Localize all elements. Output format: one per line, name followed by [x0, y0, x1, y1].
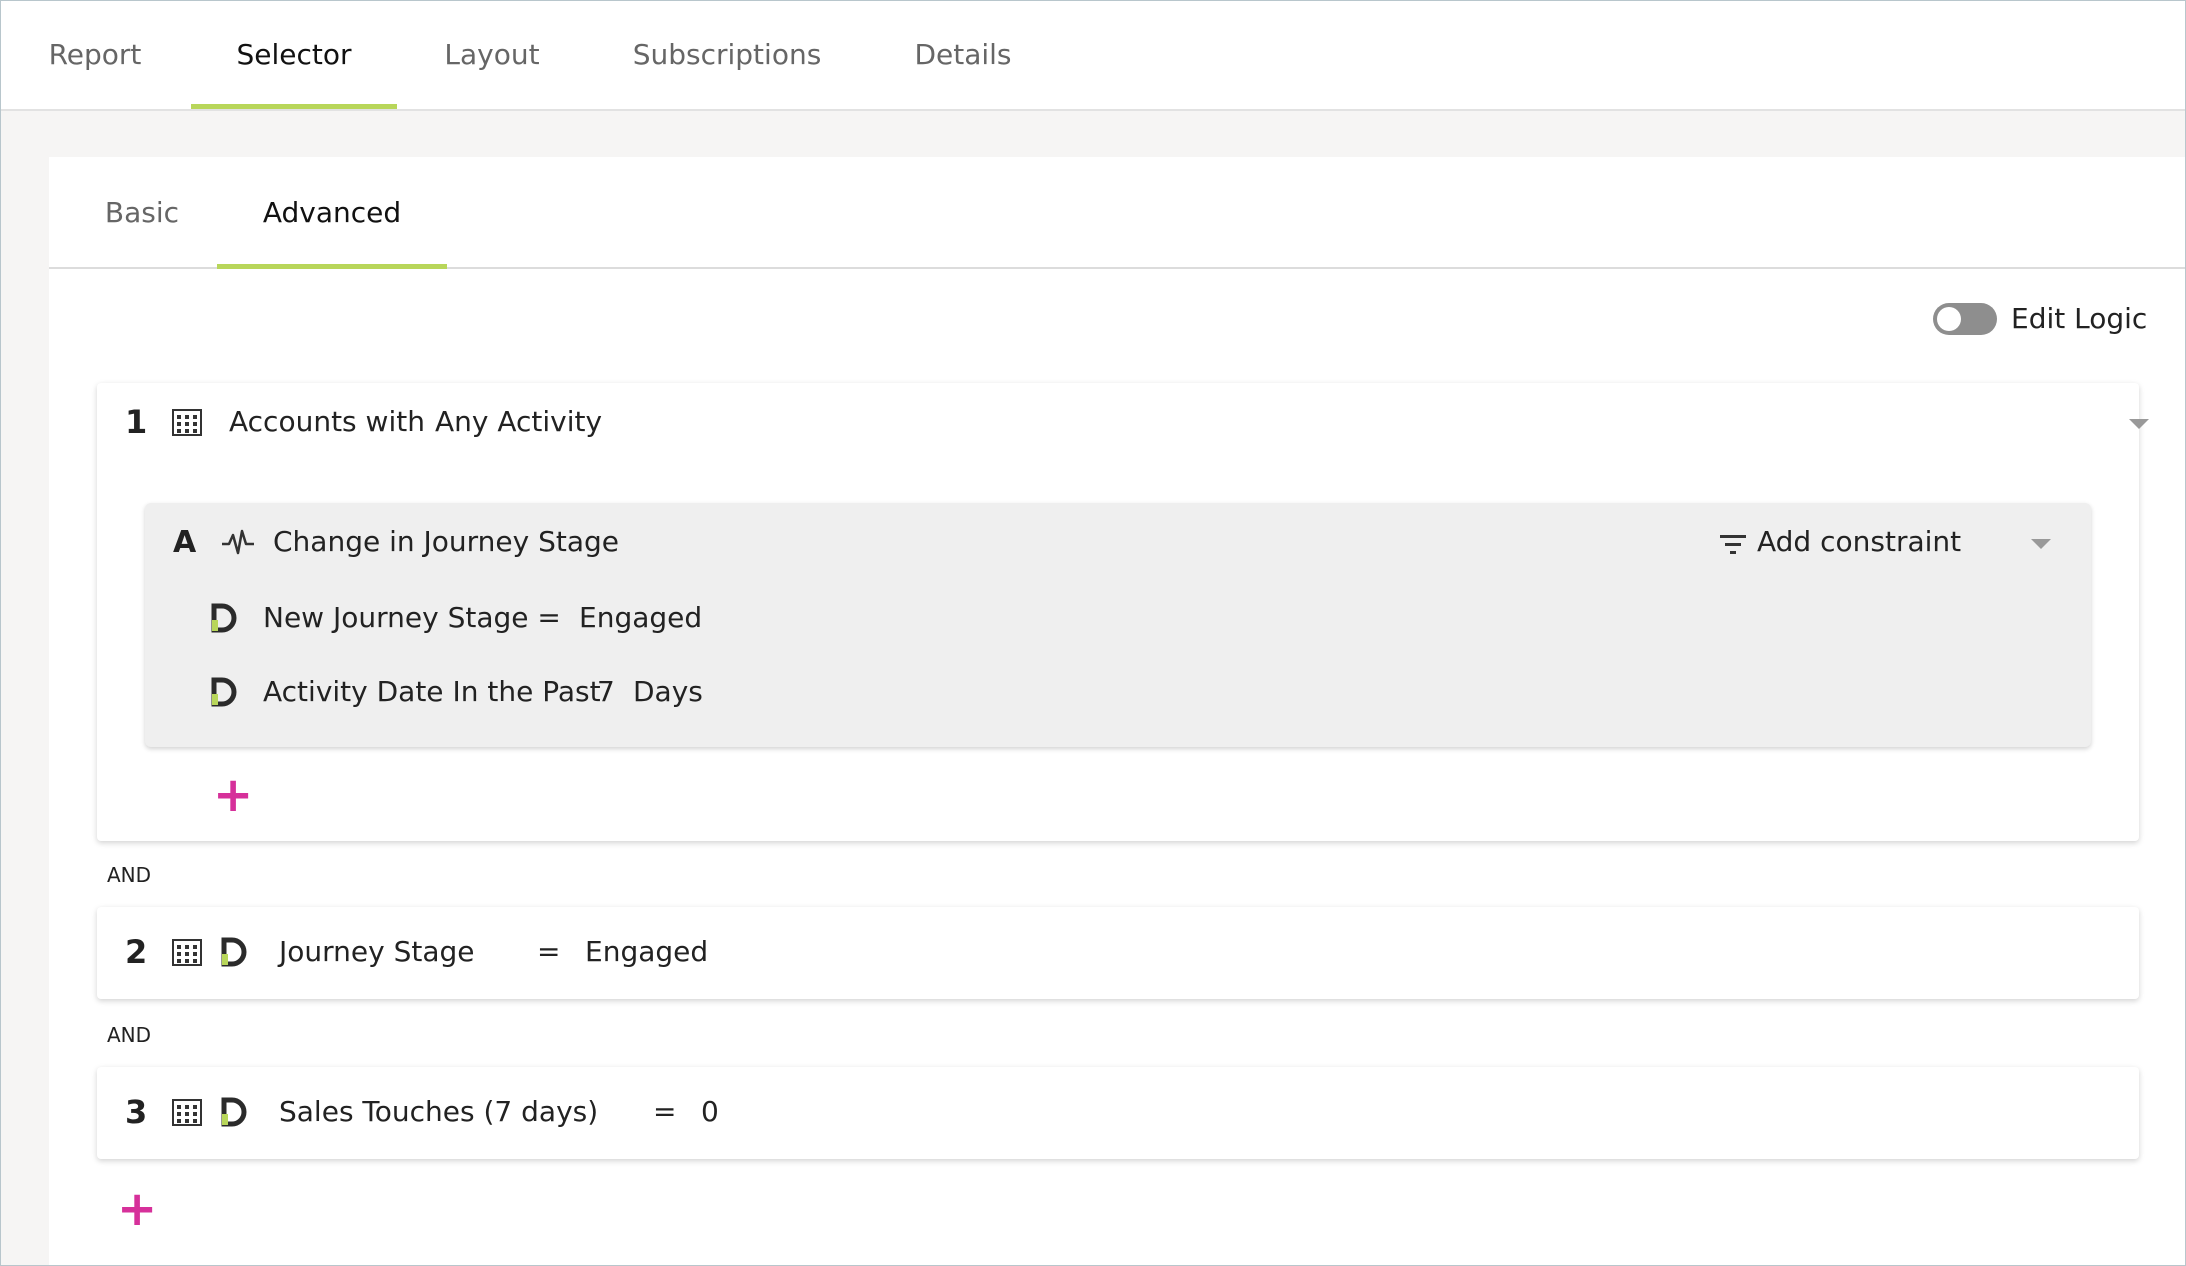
tab-layout[interactable]: Layout	[425, 1, 559, 107]
constraint-value[interactable]: 7	[597, 675, 615, 708]
constraint-unit[interactable]: Days	[633, 675, 703, 708]
edit-logic-toggle[interactable]	[1933, 302, 1997, 335]
criteria-block-1: 1 Accounts with Any Activity A Change in…	[97, 383, 2149, 841]
constraint-field[interactable]: Activity Date In the Past	[263, 675, 601, 708]
tab-basic[interactable]: Basic	[89, 157, 195, 267]
tab-advanced[interactable]: Advanced	[217, 157, 447, 269]
activity-selector[interactable]: Any Activity	[435, 405, 602, 438]
criteria-field[interactable]: Journey Stage	[279, 935, 475, 968]
criteria-number: 2	[125, 933, 148, 971]
tab-subscriptions[interactable]: Subscriptions	[621, 1, 833, 107]
criteria-number: 3	[125, 1093, 148, 1131]
add-subcriteria-button[interactable]: +	[213, 771, 253, 819]
criteria-value[interactable]: Engaged	[585, 935, 708, 968]
accounts-with-label: Accounts with	[229, 405, 425, 438]
chevron-down-icon[interactable]	[2129, 419, 2149, 429]
criteria-operator[interactable]: =	[537, 935, 560, 968]
add-criteria-button[interactable]: +	[117, 1185, 157, 1233]
chevron-down-icon[interactable]	[2031, 539, 2051, 549]
criteria-block-3: 3 Sales Touches (7 days) = 0	[97, 1067, 2139, 1159]
filter-icon[interactable]	[1719, 533, 1747, 557]
criteria-field[interactable]: Sales Touches (7 days)	[279, 1095, 598, 1128]
criteria-block-2: 2 Journey Stage = Engaged	[97, 907, 2139, 999]
account-grid-icon	[172, 939, 202, 966]
constraint-field[interactable]: New Journey Stage =	[263, 601, 561, 634]
activity-pulse-icon	[222, 529, 254, 555]
add-constraint-button[interactable]: Add constraint	[1757, 525, 1961, 558]
edit-logic-label: Edit Logic	[2011, 302, 2148, 335]
constraint-value[interactable]: Engaged	[579, 601, 702, 634]
tab-report[interactable]: Report	[29, 1, 161, 107]
sub-tab-bar: Basic Advanced	[49, 157, 2185, 269]
and-connector: AND	[107, 1023, 152, 1047]
criteria-number: 1	[125, 403, 148, 441]
and-connector: AND	[107, 863, 152, 887]
data-source-icon	[221, 937, 247, 967]
account-grid-icon	[172, 1099, 202, 1126]
criteria-value[interactable]: 0	[701, 1095, 719, 1128]
selector-card: Basic Advanced Edit Logic 1 Accounts wit…	[49, 157, 2185, 1265]
activity-subblock-a: A Change in Journey Stage Add constraint…	[145, 503, 2091, 747]
subblock-letter: A	[173, 525, 197, 560]
data-source-icon	[211, 603, 237, 633]
top-tab-bar: Report Selector Layout Subscriptions Det…	[1, 1, 2185, 111]
activity-title: Change in Journey Stage	[273, 525, 620, 558]
edit-logic-control: Edit Logic	[1933, 302, 2147, 335]
account-grid-icon	[172, 409, 202, 436]
data-source-icon	[221, 1097, 247, 1127]
data-source-icon	[211, 677, 237, 707]
criteria-operator[interactable]: =	[653, 1095, 676, 1128]
app-frame: Report Selector Layout Subscriptions Det…	[0, 0, 2186, 1266]
tab-details[interactable]: Details	[901, 1, 1025, 107]
tab-selector[interactable]: Selector	[191, 1, 397, 109]
